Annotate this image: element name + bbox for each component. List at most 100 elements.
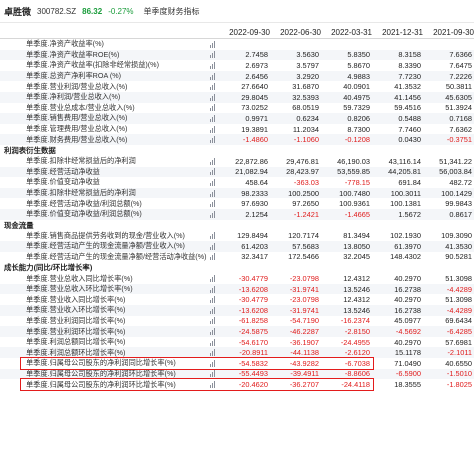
table-row[interactable]: 单季度.销售商品提供劳务收到的现金/营业收入(%) 129.8494 120.717…	[0, 231, 474, 242]
table-row[interactable]: 单季度.归属母公司股东的净利润环比增长率(%) -20.4620 -36.2707 -…	[0, 379, 474, 390]
table-row[interactable]: 单季度.总资产净利率ROA (%) 2.6456 3.2920 4.9883 7.723…	[0, 70, 474, 82]
table-row[interactable]: 单季度.营业总成本/营业总收入(%) 73.0252 68.0519 59.7329 5…	[0, 103, 474, 114]
column-header-date[interactable]: 2021-09-30	[423, 28, 474, 37]
table-row[interactable]: 单季度.归属母公司股东的净利润环比增长率(%) -55.4493 -39.4911 -…	[0, 368, 474, 380]
mini-chart-icon[interactable]	[210, 285, 219, 293]
table-row[interactable]: 单季度.净资产收益率(扣除非经常损益)(%) 2.6973 3.5797 5.8670…	[0, 60, 474, 71]
table-row[interactable]: 单季度.净资产收益率ROE(%) 2.7458 3.5630 5.8350 8.3158…	[0, 49, 474, 61]
row-value: 4.9883	[347, 71, 370, 81]
row-value: 43,116.14	[388, 156, 421, 166]
row-label: 单季度.营业收入同比增长率(%)	[26, 294, 126, 304]
mini-chart-icon[interactable]	[210, 317, 219, 325]
row-value: 2.7458	[245, 50, 268, 60]
mini-chart-icon[interactable]	[210, 157, 219, 165]
row-value: 5.8350	[347, 50, 370, 60]
column-header-date[interactable]: 2022-09-30	[219, 28, 270, 37]
mini-chart-icon[interactable]	[210, 51, 219, 59]
mini-chart-icon[interactable]	[210, 40, 219, 48]
row-label: 单季度.财务费用/营业总收入(%)	[26, 134, 128, 144]
table-row[interactable]: 单季度.价值变动净收益 458.64 -363.03 -778.15 691.84 482…	[0, 177, 474, 188]
mini-chart-icon[interactable]	[210, 275, 219, 283]
mini-chart-icon[interactable]	[210, 349, 219, 357]
mini-chart-icon[interactable]	[210, 253, 219, 261]
column-header-date[interactable]: 2021-12-31	[372, 28, 423, 37]
table-row[interactable]: 单季度.营业利润环比增长率(%) -24.5875 -46.2287 -2.8150 -…	[0, 326, 474, 337]
table-row[interactable]: 单季度.销售费用/营业总收入(%) 0.9971 0.6234 0.8206 0.548…	[0, 113, 474, 124]
stock-change-pct: -0.27%	[108, 6, 134, 16]
table-row[interactable]: 单季度.营业收入环比增长率(%) -13.6208 -31.9741 13.5246 1…	[0, 305, 474, 316]
table-row[interactable]: 单季度.经营活动净收益 21,082.94 28,423.97 53,559.85 44…	[0, 166, 474, 178]
mini-chart-icon[interactable]	[210, 200, 219, 208]
row-label: 单季度.营业总成本/营业总收入(%)	[26, 102, 135, 112]
row-value: -6.4285	[446, 327, 472, 337]
row-value: 21,082.94	[235, 167, 268, 177]
mini-chart-icon[interactable]	[210, 104, 219, 112]
mini-chart-icon[interactable]	[210, 61, 219, 69]
row-value: 11.2034	[292, 124, 319, 134]
table-row[interactable]: 单季度.扣除非经常损益后的净利润 98.2333 100.2500 100.7480 1…	[0, 187, 474, 199]
mini-chart-icon[interactable]	[210, 232, 219, 240]
table-row[interactable]: 单季度.扣除非经常损益后的净利润 22,872.86 29,476.81 46,190…	[0, 156, 474, 167]
table-row[interactable]: 单季度.财务费用/营业总收入(%) -1.4860 -1.1060 -0.1208 0.…	[0, 134, 474, 145]
row-value: -8.8606	[344, 369, 370, 379]
mini-chart-icon[interactable]	[210, 136, 219, 144]
row-value: -24.4118	[341, 380, 370, 390]
mini-chart-icon[interactable]	[210, 381, 219, 389]
mini-chart-icon[interactable]	[210, 168, 219, 176]
table-row[interactable]: 单季度.营业总收入环比增长率(%) -13.6208 -31.9741 13.5246…	[0, 283, 474, 295]
row-value: 51,341.22	[439, 156, 472, 166]
row-label: 单季度.营业收入环比增长率(%)	[26, 305, 126, 315]
row-value: 7.6362	[449, 124, 472, 134]
row-value: -46.2287	[289, 327, 319, 337]
row-label: 单季度.价值变动净收益/利润总额(%)	[26, 209, 142, 219]
mini-chart-icon[interactable]	[210, 296, 219, 304]
row-label: 单季度.扣除非经常损益后的净利润	[26, 156, 136, 166]
mini-chart-icon[interactable]	[210, 359, 219, 367]
mini-chart-icon[interactable]	[210, 328, 219, 336]
mini-chart-icon[interactable]	[210, 125, 219, 133]
table-row[interactable]: 单季度.经营活动产生的现金流量净额/营业收入(%) 61.4203 57.5683 1…	[0, 241, 474, 252]
column-header-date[interactable]: 2022-06-30	[270, 28, 321, 37]
column-header-date[interactable]: 2022-03-31	[321, 28, 372, 37]
table-row[interactable]: 单季度.价值变动净收益/利润总额(%) 2.1254 -1.2421 -1.4665 1…	[0, 208, 474, 220]
mini-chart-icon[interactable]	[210, 370, 219, 378]
table-row[interactable]: 单季度.营业收入同比增长率(%) -30.4779 -23.0798 12.4312 4…	[0, 294, 474, 305]
stock-price: 86.32	[82, 6, 103, 16]
mini-chart-icon[interactable]	[210, 72, 219, 80]
table-row[interactable]: 单季度.净资产收益率(%)	[0, 39, 474, 50]
mini-chart-icon[interactable]	[210, 83, 219, 91]
row-value: -20.8911	[239, 348, 268, 358]
table-row[interactable]: 单季度.营业利润同比增长率(%) -61.8258 -54.7190 -16.2374…	[0, 316, 474, 327]
row-value: -55.4493	[238, 369, 268, 379]
row-value: 7.7460	[398, 124, 421, 134]
table-row[interactable]: 单季度.营业利润/营业总收入(%) 27.6640 31.6870 40.0901 41…	[0, 81, 474, 92]
table-row[interactable]: 单季度.营业总收入同比增长率(%) -30.4779 -23.0798 12.4312…	[0, 273, 474, 284]
table-row[interactable]: 单季度.经营活动净收益/利润总额(%) 97.6930 97.2650 100.936…	[0, 198, 474, 209]
mini-chart-icon[interactable]	[210, 178, 219, 186]
row-label: 单季度.归属母公司股东的净利润环比增长率(%)	[26, 379, 176, 389]
row-value: 51.3098	[445, 295, 472, 305]
row-label: 单季度.净利润/营业总收入(%)	[26, 92, 121, 102]
row-value: 59.4516	[394, 103, 421, 113]
row-value: -23.0798	[289, 295, 319, 305]
mini-chart-icon[interactable]	[210, 338, 219, 346]
table-row[interactable]: 单季度.经营活动产生的现金流量净额/经营活动净收益(%) 32.3417 172.5…	[0, 252, 474, 263]
row-value: 57.5683	[292, 241, 319, 251]
table-row[interactable]: 单季度.管理费用/营业总收入(%) 19.3891 11.2034 8.7300 7.7…	[0, 124, 474, 135]
mini-chart-icon[interactable]	[210, 306, 219, 314]
mini-chart-icon[interactable]	[210, 242, 219, 250]
table-row[interactable]: 单季度.利润总额同比增长率(%) -54.6170 -36.1907 -24.4955…	[0, 337, 474, 348]
table-row[interactable]: 单季度.归属母公司股东的净利润同比增长率(%) -54.5832 -43.9282 -…	[0, 358, 474, 369]
row-value: -2.1011	[447, 348, 472, 358]
row-value: 0.8617	[449, 209, 472, 219]
mini-chart-icon[interactable]	[210, 114, 219, 122]
row-value: 8.3390	[398, 60, 421, 70]
table-row[interactable]: 单季度.净利润/营业总收入(%) 29.8045 32.5393 40.4975 41.…	[0, 91, 474, 103]
row-value: 41.3530	[445, 241, 472, 251]
row-value: 7.2226	[449, 71, 472, 81]
mini-chart-icon[interactable]	[210, 210, 219, 218]
mini-chart-icon[interactable]	[210, 189, 219, 197]
mini-chart-icon[interactable]	[210, 93, 219, 101]
row-value: -54.6170	[238, 337, 268, 347]
table-row[interactable]: 单季度.利润总额环比增长率(%) -20.8911 -44.1138 -2.6120 1…	[0, 347, 474, 359]
